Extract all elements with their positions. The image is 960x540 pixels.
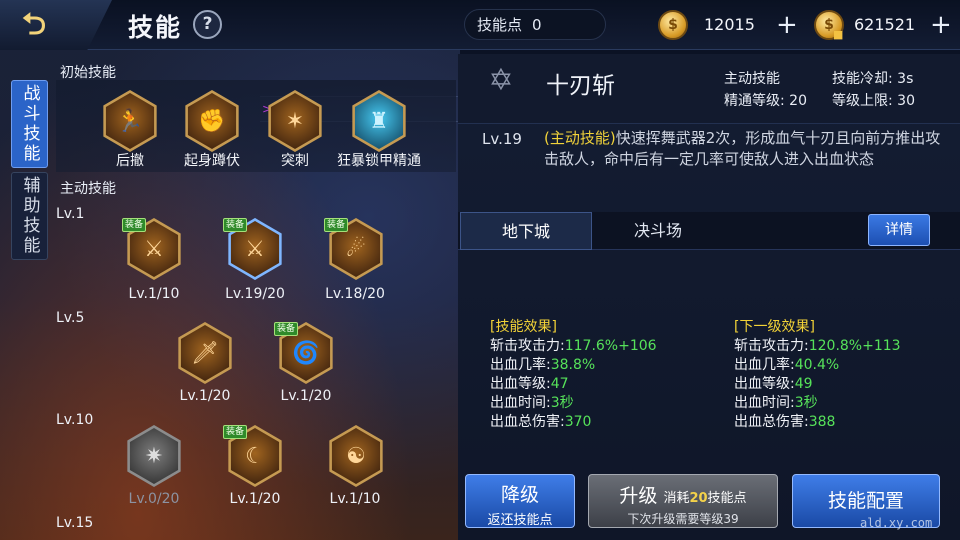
skill-level: Lv.0/20 bbox=[128, 491, 180, 507]
equip-badge: 装备 bbox=[324, 218, 348, 232]
tab-arena[interactable]: 决斗场 bbox=[592, 212, 724, 250]
skill-level: Lv.19/20 bbox=[225, 286, 285, 302]
current-effects: [技能效果] 斩击攻击力:117.6%+106 出血几率:38.8% 出血等级:… bbox=[490, 319, 657, 430]
current-skill-level: Lv.19 bbox=[482, 130, 522, 148]
row-level-label: Lv.5 bbox=[56, 310, 85, 326]
level-cap: 等级上限: 30 bbox=[832, 93, 915, 109]
mastery-level: 精通等级: 20 bbox=[724, 93, 807, 109]
skill-level: Lv.18/20 bbox=[325, 286, 385, 302]
cooldown: 技能冷却: 3s bbox=[832, 71, 914, 87]
row-level-label: Lv.10 bbox=[56, 412, 94, 428]
details-button[interactable]: 详情 bbox=[868, 214, 930, 246]
active-skills-heading: 主动技能 bbox=[60, 181, 116, 197]
skill-label: 狂暴锁甲精通 bbox=[337, 153, 421, 169]
equip-badge: 装备 bbox=[122, 218, 146, 232]
skill-detail-header bbox=[458, 54, 960, 124]
watermark: ald.xy.com bbox=[860, 516, 933, 530]
bound-gold-currency: $ ■ 621521 + bbox=[814, 9, 952, 41]
downgrade-button[interactable]: 降级 返还技能点 bbox=[465, 474, 575, 528]
lock-icon: ■ bbox=[833, 27, 844, 41]
equip-badge: 装备 bbox=[223, 218, 247, 232]
active-skill-slot[interactable]: ☯ bbox=[325, 425, 387, 487]
row-level-label: Lv.15 bbox=[56, 515, 94, 531]
equip-badge: 装备 bbox=[274, 322, 298, 336]
tab-dungeon[interactable]: 地下城 bbox=[460, 212, 592, 250]
tab-battle-skills[interactable]: 战斗技能 bbox=[11, 80, 48, 168]
skill-points-label: 技能点 bbox=[477, 16, 523, 34]
page-title: 技能 bbox=[128, 13, 183, 42]
back-arrow-icon: ⮌ bbox=[22, 7, 47, 42]
upgrade-button[interactable]: 升级 消耗20技能点 下次升级需要等级39 bbox=[588, 474, 778, 528]
tab-assist-skills[interactable]: 辅助技能 bbox=[11, 172, 48, 260]
skill-level: Lv.1/10 bbox=[329, 491, 381, 507]
skill-level: Lv.1/20 bbox=[280, 388, 332, 404]
gold-currency: $ 12015 + bbox=[658, 9, 798, 40]
initial-skills-heading: 初始技能 bbox=[60, 65, 116, 81]
skill-description: (主动技能)快速挥舞武器2次，形成血气十刃且向前方推出攻击敌人，命中后有一定几率… bbox=[544, 129, 941, 168]
skill-name: 十刃斩 bbox=[546, 73, 615, 99]
skill-level: Lv.1/10 bbox=[128, 286, 180, 302]
active-skill-slot[interactable]: 🗡 bbox=[174, 322, 236, 384]
skill-points-value: 0 bbox=[532, 15, 542, 34]
help-icon[interactable]: ? bbox=[193, 10, 222, 39]
gold-coin-icon: $ bbox=[658, 9, 688, 40]
equip-badge: 装备 bbox=[223, 425, 247, 439]
skill-thrust[interactable]: ✶ bbox=[264, 90, 326, 152]
skill-type: 主动技能 bbox=[724, 71, 780, 87]
row-level-label: Lv.1 bbox=[56, 206, 85, 222]
hexagram-icon: ✡ bbox=[488, 63, 514, 98]
skill-berserk-armor[interactable]: ♜ bbox=[348, 90, 410, 152]
skill-points-display: 技能点 0 bbox=[464, 9, 606, 40]
add-bound-gold-button[interactable]: + bbox=[930, 12, 952, 38]
skill-level: Lv.1/20 bbox=[229, 491, 281, 507]
active-skill-slot-locked[interactable]: ✷ bbox=[123, 425, 185, 487]
detail-panel-background bbox=[458, 54, 960, 540]
add-gold-button[interactable]: + bbox=[776, 12, 798, 38]
skill-retreat[interactable]: 🏃 bbox=[99, 90, 161, 152]
skill-level: Lv.1/20 bbox=[179, 388, 231, 404]
bound-gold-value: 621521 bbox=[854, 15, 916, 34]
bound-coin-icon: $ ■ bbox=[814, 9, 844, 41]
gold-value: 12015 bbox=[704, 15, 755, 34]
next-level-effects: [下一级效果] 斩击攻击力:120.8%+113 出血几率:40.4% 出血等级… bbox=[734, 319, 901, 430]
skill-rise-crouch[interactable]: ✊ bbox=[181, 90, 243, 152]
